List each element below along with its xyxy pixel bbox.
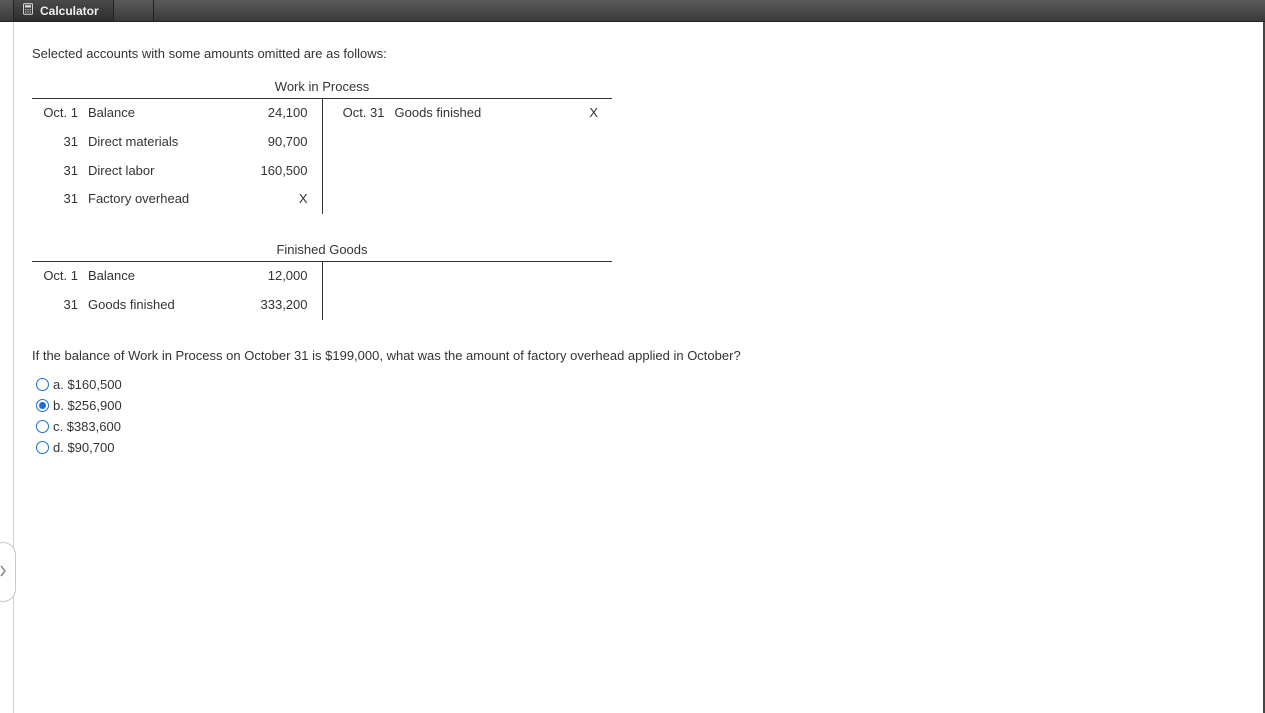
option-d[interactable]: d. $90,700 <box>36 440 1243 455</box>
entry-amount: 12,000 <box>236 266 316 287</box>
table-row: Oct. 31 Goods finished X <box>323 99 613 128</box>
toolbar-spacer <box>0 0 14 21</box>
t-account-debit-side: Oct. 1 Balance 24,100 31 Direct material… <box>32 99 323 214</box>
entry-date: 31 <box>32 161 88 182</box>
radio-icon <box>36 441 49 454</box>
entry-date: 31 <box>32 132 88 153</box>
calculator-tab-label: Calculator <box>40 4 99 18</box>
entry-desc: Direct materials <box>88 132 236 153</box>
t-account-title: Work in Process <box>32 79 612 99</box>
entry-desc: Balance <box>88 266 236 287</box>
option-c[interactable]: c. $383,600 <box>36 419 1243 434</box>
option-a[interactable]: a. $160,500 <box>36 377 1243 392</box>
t-account-debit-side: Oct. 1 Balance 12,000 31 Goods finished … <box>32 262 323 320</box>
toolbar-spacer <box>114 0 154 21</box>
entry-amount: 333,200 <box>236 295 316 316</box>
table-row: 31 Factory overhead X <box>32 185 322 214</box>
calculator-icon <box>22 3 34 18</box>
entry-date: Oct. 31 <box>329 103 395 124</box>
left-sidebar <box>0 22 14 713</box>
question-text: If the balance of Work in Process on Oct… <box>32 348 1243 363</box>
option-label: a. $160,500 <box>53 377 122 392</box>
t-account-wip: Work in Process Oct. 1 Balance 24,100 31… <box>32 79 612 214</box>
table-row: 31 Goods finished 333,200 <box>32 291 322 320</box>
radio-icon <box>36 399 49 412</box>
intro-text: Selected accounts with some amounts omit… <box>32 46 1243 61</box>
entry-desc: Balance <box>88 103 236 124</box>
option-label: d. $90,700 <box>53 440 114 455</box>
t-account-fg: Finished Goods Oct. 1 Balance 12,000 31 … <box>32 242 612 320</box>
answer-options: a. $160,500 b. $256,900 c. $383,600 d. $… <box>36 377 1243 455</box>
radio-icon <box>36 378 49 391</box>
table-row: 31 Direct labor 160,500 <box>32 157 322 186</box>
entry-desc: Direct labor <box>88 161 236 182</box>
top-toolbar: Calculator <box>0 0 1265 22</box>
radio-icon <box>36 420 49 433</box>
calculator-tab[interactable]: Calculator <box>14 0 114 21</box>
table-row: 31 Direct materials 90,700 <box>32 128 322 157</box>
entry-amount: 24,100 <box>236 103 316 124</box>
entry-amount: 160,500 <box>236 161 316 182</box>
option-label: b. $256,900 <box>53 398 122 413</box>
chevron-right-icon <box>0 564 8 581</box>
option-label: c. $383,600 <box>53 419 121 434</box>
entry-date: 31 <box>32 189 88 210</box>
question-content: Selected accounts with some amounts omit… <box>14 22 1265 713</box>
entry-date: Oct. 1 <box>32 266 88 287</box>
entry-date: Oct. 1 <box>32 103 88 124</box>
option-b[interactable]: b. $256,900 <box>36 398 1243 413</box>
table-row: Oct. 1 Balance 12,000 <box>32 262 322 291</box>
entry-desc: Goods finished <box>395 103 527 124</box>
table-row: Oct. 1 Balance 24,100 <box>32 99 322 128</box>
t-account-credit-side <box>323 262 613 320</box>
entry-amount: X <box>236 189 316 210</box>
entry-date: 31 <box>32 295 88 316</box>
entry-desc: Factory overhead <box>88 189 236 210</box>
t-account-credit-side: Oct. 31 Goods finished X <box>323 99 613 214</box>
entry-amount: X <box>526 103 606 124</box>
entry-amount: 90,700 <box>236 132 316 153</box>
entry-desc: Goods finished <box>88 295 236 316</box>
t-account-title: Finished Goods <box>32 242 612 262</box>
